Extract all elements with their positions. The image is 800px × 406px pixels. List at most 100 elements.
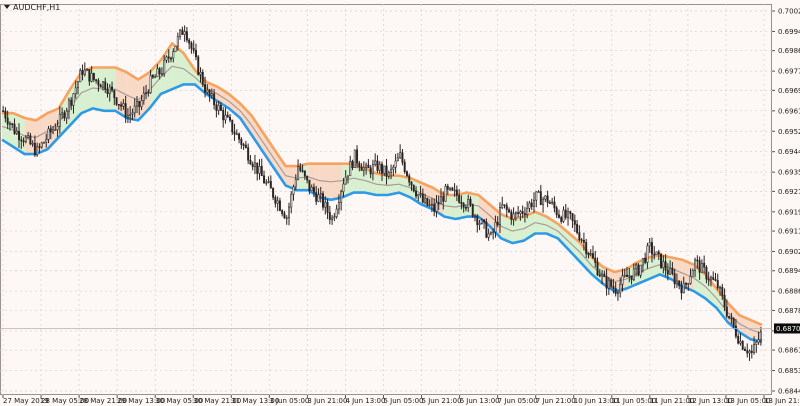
candle-body xyxy=(111,86,114,91)
y-tick-label: 0.69275 xyxy=(778,188,800,196)
candle-body xyxy=(213,93,216,106)
candle-body xyxy=(635,264,638,270)
candle-body xyxy=(360,167,363,171)
candle-body xyxy=(494,221,497,233)
y-tick-label: 0.68780 xyxy=(778,307,800,315)
time-axis[interactable]: 27 May 201928 May 05:0028 May 21:0029 Ma… xyxy=(2,395,800,405)
candle-body xyxy=(52,129,55,133)
candle-body xyxy=(510,211,513,220)
candle-body xyxy=(576,224,579,233)
candle-body xyxy=(712,277,715,280)
candle-body xyxy=(63,112,66,119)
candle-body xyxy=(120,104,123,107)
candle-body xyxy=(22,140,25,143)
candle-body xyxy=(6,117,9,125)
candle-body xyxy=(160,73,163,75)
y-tick-label: 0.68945 xyxy=(778,267,800,275)
candle-body xyxy=(610,279,613,287)
candle-body xyxy=(480,219,483,224)
candle-body xyxy=(122,103,125,107)
candle-body xyxy=(167,56,170,59)
candle-body xyxy=(58,113,61,127)
candle-body xyxy=(4,110,7,119)
candle-body xyxy=(54,129,57,131)
candle-body xyxy=(27,135,30,138)
candle-body xyxy=(523,213,526,216)
x-tick-label: 6 Jun 13:00 xyxy=(460,397,500,405)
candle-body xyxy=(728,315,731,319)
candle-body xyxy=(188,39,191,44)
candle-body xyxy=(560,217,563,222)
candle-body xyxy=(124,103,127,118)
price-chart[interactable]: 0.70025 0.69940 0.69860 0.69775 0.69695 0.696… xyxy=(0,0,800,406)
candle-body xyxy=(297,166,300,180)
candle-body xyxy=(739,341,742,344)
candle-body xyxy=(508,209,511,213)
candle-body xyxy=(222,110,225,121)
candle-body xyxy=(346,175,349,178)
candle-body xyxy=(408,175,411,183)
symbol-title: AUDCHF,H1 xyxy=(13,3,60,12)
candle-body xyxy=(553,201,556,209)
candle-body xyxy=(650,242,653,255)
candle-body xyxy=(542,198,545,206)
candle-body xyxy=(537,191,540,193)
y-tick-label: 0.69610 xyxy=(778,107,800,115)
candle-body xyxy=(551,201,554,204)
candle-body xyxy=(33,142,36,156)
candle-body xyxy=(258,166,261,174)
candle-body xyxy=(176,36,179,47)
candle-body xyxy=(691,270,694,277)
candle-body xyxy=(315,192,318,202)
candle-body xyxy=(367,164,370,169)
candle-body xyxy=(292,186,295,195)
candle-body xyxy=(342,183,345,192)
candle-body xyxy=(721,286,724,296)
candle-body xyxy=(664,261,667,271)
candle-body xyxy=(18,130,20,141)
candle-body xyxy=(38,146,41,148)
candle-body xyxy=(496,221,499,226)
y-tick-label: 0.69775 xyxy=(778,68,800,76)
candle-body xyxy=(317,194,320,202)
candle-body xyxy=(592,253,594,259)
candle-body xyxy=(671,268,674,274)
y-tick-label: 0.68615 xyxy=(778,347,800,355)
candle-body xyxy=(351,160,354,168)
candle-body xyxy=(219,104,222,111)
candle-body xyxy=(215,104,218,111)
candle-body xyxy=(483,219,486,223)
candle-body xyxy=(442,196,445,202)
candle-body xyxy=(8,123,11,125)
candle-body xyxy=(437,202,440,205)
candle-body xyxy=(621,275,624,285)
candle-body xyxy=(623,274,626,277)
candle-body xyxy=(723,295,726,308)
candle-body xyxy=(526,207,529,216)
candle-body xyxy=(682,283,685,294)
candle-body xyxy=(138,101,141,108)
candle-body xyxy=(421,193,424,203)
candle-body xyxy=(65,110,68,119)
candle-body xyxy=(462,203,465,208)
candle-body xyxy=(567,211,570,218)
candle-body xyxy=(371,164,374,175)
candle-body xyxy=(517,212,520,214)
y-tick-label: 0.69860 xyxy=(778,47,800,55)
candle-body xyxy=(106,89,109,95)
candle-body xyxy=(594,257,597,263)
candle-body xyxy=(179,29,182,37)
x-tick-label: 5 Jun 05:00 xyxy=(384,397,424,405)
candle-body xyxy=(126,115,129,118)
candle-body xyxy=(498,207,501,226)
candle-body xyxy=(206,89,209,93)
candle-body xyxy=(331,217,334,220)
chart-area[interactable]: 0.70025 0.69940 0.69860 0.69775 0.69695 0.696… xyxy=(0,0,800,406)
candle-body xyxy=(362,166,365,171)
candle-body xyxy=(714,279,717,281)
symbol-header[interactable]: AUDCHF,H1 xyxy=(4,3,60,12)
candle-body xyxy=(696,259,699,262)
candle-body xyxy=(247,147,250,161)
candle-body xyxy=(31,142,34,145)
y-tick-label: 0.68860 xyxy=(778,288,800,296)
